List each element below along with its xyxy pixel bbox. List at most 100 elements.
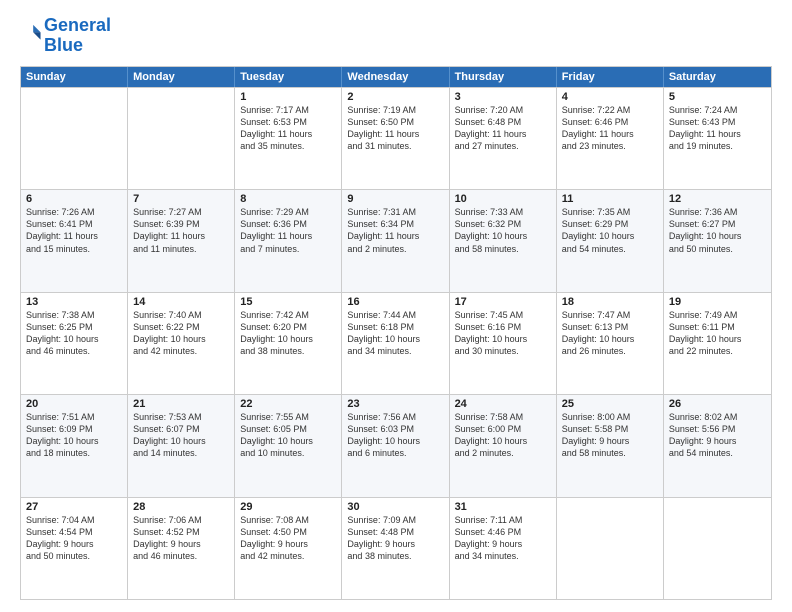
day-header-thursday: Thursday: [450, 67, 557, 87]
day-number: 8: [240, 193, 336, 205]
day-info: Sunrise: 8:02 AM Sunset: 5:56 PM Dayligh…: [669, 411, 766, 460]
day-number: 22: [240, 398, 336, 410]
cal-cell-4-2: 21Sunrise: 7:53 AM Sunset: 6:07 PM Dayli…: [128, 395, 235, 496]
day-header-wednesday: Wednesday: [342, 67, 449, 87]
logo-text: General: [44, 16, 111, 36]
day-number: 17: [455, 296, 551, 308]
day-info: Sunrise: 8:00 AM Sunset: 5:58 PM Dayligh…: [562, 411, 658, 460]
day-number: 19: [669, 296, 766, 308]
day-number: 4: [562, 91, 658, 103]
day-number: 10: [455, 193, 551, 205]
day-number: 23: [347, 398, 443, 410]
day-info: Sunrise: 7:35 AM Sunset: 6:29 PM Dayligh…: [562, 206, 658, 255]
cal-cell-1-3: 1Sunrise: 7:17 AM Sunset: 6:53 PM Daylig…: [235, 88, 342, 189]
day-info: Sunrise: 7:06 AM Sunset: 4:52 PM Dayligh…: [133, 514, 229, 563]
day-info: Sunrise: 7:51 AM Sunset: 6:09 PM Dayligh…: [26, 411, 122, 460]
calendar-body: 1Sunrise: 7:17 AM Sunset: 6:53 PM Daylig…: [21, 87, 771, 599]
day-number: 30: [347, 501, 443, 513]
cal-cell-5-6: [557, 498, 664, 599]
day-info: Sunrise: 7:53 AM Sunset: 6:07 PM Dayligh…: [133, 411, 229, 460]
day-info: Sunrise: 7:19 AM Sunset: 6:50 PM Dayligh…: [347, 104, 443, 153]
day-info: Sunrise: 7:33 AM Sunset: 6:32 PM Dayligh…: [455, 206, 551, 255]
day-info: Sunrise: 7:38 AM Sunset: 6:25 PM Dayligh…: [26, 309, 122, 358]
cal-cell-4-6: 25Sunrise: 8:00 AM Sunset: 5:58 PM Dayli…: [557, 395, 664, 496]
day-number: 15: [240, 296, 336, 308]
cal-cell-2-4: 9Sunrise: 7:31 AM Sunset: 6:34 PM Daylig…: [342, 190, 449, 291]
day-info: Sunrise: 7:20 AM Sunset: 6:48 PM Dayligh…: [455, 104, 551, 153]
day-info: Sunrise: 7:45 AM Sunset: 6:16 PM Dayligh…: [455, 309, 551, 358]
cal-cell-4-1: 20Sunrise: 7:51 AM Sunset: 6:09 PM Dayli…: [21, 395, 128, 496]
cal-cell-3-5: 17Sunrise: 7:45 AM Sunset: 6:16 PM Dayli…: [450, 293, 557, 394]
day-header-sunday: Sunday: [21, 67, 128, 87]
cal-cell-2-6: 11Sunrise: 7:35 AM Sunset: 6:29 PM Dayli…: [557, 190, 664, 291]
logo-text2: Blue: [44, 36, 111, 56]
day-number: 9: [347, 193, 443, 205]
cal-cell-1-5: 3Sunrise: 7:20 AM Sunset: 6:48 PM Daylig…: [450, 88, 557, 189]
day-info: Sunrise: 7:55 AM Sunset: 6:05 PM Dayligh…: [240, 411, 336, 460]
cal-cell-4-4: 23Sunrise: 7:56 AM Sunset: 6:03 PM Dayli…: [342, 395, 449, 496]
day-info: Sunrise: 7:42 AM Sunset: 6:20 PM Dayligh…: [240, 309, 336, 358]
cal-cell-4-5: 24Sunrise: 7:58 AM Sunset: 6:00 PM Dayli…: [450, 395, 557, 496]
cal-cell-3-4: 16Sunrise: 7:44 AM Sunset: 6:18 PM Dayli…: [342, 293, 449, 394]
cal-cell-2-3: 8Sunrise: 7:29 AM Sunset: 6:36 PM Daylig…: [235, 190, 342, 291]
cal-cell-2-1: 6Sunrise: 7:26 AM Sunset: 6:41 PM Daylig…: [21, 190, 128, 291]
cal-cell-4-7: 26Sunrise: 8:02 AM Sunset: 5:56 PM Dayli…: [664, 395, 771, 496]
day-info: Sunrise: 7:09 AM Sunset: 4:48 PM Dayligh…: [347, 514, 443, 563]
cal-cell-1-7: 5Sunrise: 7:24 AM Sunset: 6:43 PM Daylig…: [664, 88, 771, 189]
cal-cell-5-7: [664, 498, 771, 599]
cal-cell-2-2: 7Sunrise: 7:27 AM Sunset: 6:39 PM Daylig…: [128, 190, 235, 291]
day-number: 14: [133, 296, 229, 308]
day-number: 18: [562, 296, 658, 308]
cal-cell-3-6: 18Sunrise: 7:47 AM Sunset: 6:13 PM Dayli…: [557, 293, 664, 394]
day-number: 28: [133, 501, 229, 513]
day-info: Sunrise: 7:11 AM Sunset: 4:46 PM Dayligh…: [455, 514, 551, 563]
day-info: Sunrise: 7:56 AM Sunset: 6:03 PM Dayligh…: [347, 411, 443, 460]
logo-icon: [20, 22, 42, 44]
day-number: 20: [26, 398, 122, 410]
day-header-tuesday: Tuesday: [235, 67, 342, 87]
day-number: 11: [562, 193, 658, 205]
day-header-monday: Monday: [128, 67, 235, 87]
page-header: General Blue: [20, 16, 772, 56]
day-number: 21: [133, 398, 229, 410]
week-row-4: 20Sunrise: 7:51 AM Sunset: 6:09 PM Dayli…: [21, 394, 771, 496]
week-row-1: 1Sunrise: 7:17 AM Sunset: 6:53 PM Daylig…: [21, 87, 771, 189]
day-number: 26: [669, 398, 766, 410]
cal-cell-5-5: 31Sunrise: 7:11 AM Sunset: 4:46 PM Dayli…: [450, 498, 557, 599]
cal-cell-3-7: 19Sunrise: 7:49 AM Sunset: 6:11 PM Dayli…: [664, 293, 771, 394]
day-number: 29: [240, 501, 336, 513]
day-info: Sunrise: 7:40 AM Sunset: 6:22 PM Dayligh…: [133, 309, 229, 358]
day-info: Sunrise: 7:36 AM Sunset: 6:27 PM Dayligh…: [669, 206, 766, 255]
cal-cell-1-2: [128, 88, 235, 189]
day-number: 2: [347, 91, 443, 103]
day-header-saturday: Saturday: [664, 67, 771, 87]
cal-cell-3-2: 14Sunrise: 7:40 AM Sunset: 6:22 PM Dayli…: [128, 293, 235, 394]
week-row-3: 13Sunrise: 7:38 AM Sunset: 6:25 PM Dayli…: [21, 292, 771, 394]
day-number: 13: [26, 296, 122, 308]
day-number: 3: [455, 91, 551, 103]
day-info: Sunrise: 7:58 AM Sunset: 6:00 PM Dayligh…: [455, 411, 551, 460]
cal-cell-5-4: 30Sunrise: 7:09 AM Sunset: 4:48 PM Dayli…: [342, 498, 449, 599]
day-info: Sunrise: 7:27 AM Sunset: 6:39 PM Dayligh…: [133, 206, 229, 255]
day-info: Sunrise: 7:49 AM Sunset: 6:11 PM Dayligh…: [669, 309, 766, 358]
cal-cell-2-5: 10Sunrise: 7:33 AM Sunset: 6:32 PM Dayli…: [450, 190, 557, 291]
day-number: 31: [455, 501, 551, 513]
day-number: 7: [133, 193, 229, 205]
cal-cell-3-3: 15Sunrise: 7:42 AM Sunset: 6:20 PM Dayli…: [235, 293, 342, 394]
day-info: Sunrise: 7:08 AM Sunset: 4:50 PM Dayligh…: [240, 514, 336, 563]
day-header-friday: Friday: [557, 67, 664, 87]
cal-cell-2-7: 12Sunrise: 7:36 AM Sunset: 6:27 PM Dayli…: [664, 190, 771, 291]
day-info: Sunrise: 7:26 AM Sunset: 6:41 PM Dayligh…: [26, 206, 122, 255]
calendar: SundayMondayTuesdayWednesdayThursdayFrid…: [20, 66, 772, 600]
cal-cell-5-2: 28Sunrise: 7:06 AM Sunset: 4:52 PM Dayli…: [128, 498, 235, 599]
week-row-2: 6Sunrise: 7:26 AM Sunset: 6:41 PM Daylig…: [21, 189, 771, 291]
cal-cell-5-1: 27Sunrise: 7:04 AM Sunset: 4:54 PM Dayli…: [21, 498, 128, 599]
cal-cell-1-6: 4Sunrise: 7:22 AM Sunset: 6:46 PM Daylig…: [557, 88, 664, 189]
cal-cell-3-1: 13Sunrise: 7:38 AM Sunset: 6:25 PM Dayli…: [21, 293, 128, 394]
day-info: Sunrise: 7:04 AM Sunset: 4:54 PM Dayligh…: [26, 514, 122, 563]
day-number: 5: [669, 91, 766, 103]
day-info: Sunrise: 7:29 AM Sunset: 6:36 PM Dayligh…: [240, 206, 336, 255]
day-number: 25: [562, 398, 658, 410]
day-info: Sunrise: 7:31 AM Sunset: 6:34 PM Dayligh…: [347, 206, 443, 255]
cal-cell-4-3: 22Sunrise: 7:55 AM Sunset: 6:05 PM Dayli…: [235, 395, 342, 496]
